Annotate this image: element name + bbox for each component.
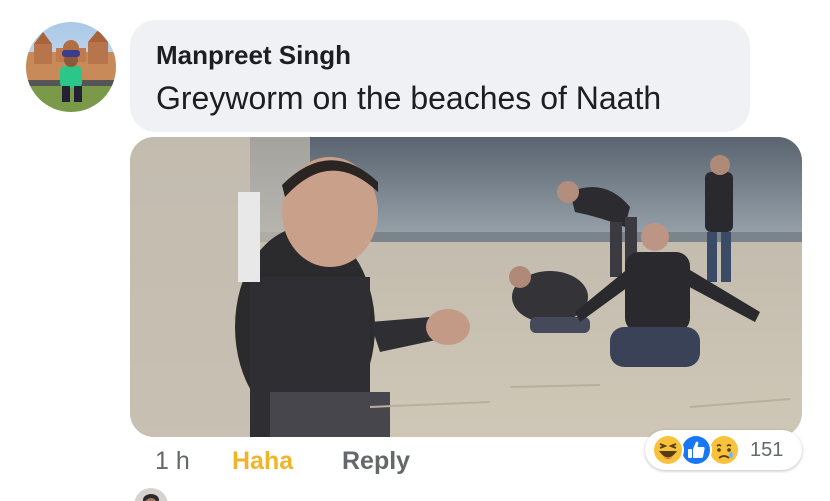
reactions-summary[interactable]: 151 [645,430,802,470]
comment-text: Greyworm on the beaches of Naath [156,80,662,116]
haha-icon [651,433,685,467]
comment-image[interactable] [130,137,802,437]
author-name[interactable]: Manpreet Singh [156,40,351,71]
author-avatar[interactable] [26,22,116,112]
comment-timestamp[interactable]: 1 h [155,447,190,476]
comment-bubble: Manpreet Singh Greyworm on the beaches o… [130,20,750,132]
comment-thread: Manpreet Singh Greyworm on the beaches o… [0,0,830,501]
reaction-count: 151 [750,439,784,461]
haha-reaction-button[interactable]: Haha [232,447,293,476]
reply-button[interactable]: Reply [342,447,410,476]
next-comment-avatar[interactable] [134,488,168,501]
